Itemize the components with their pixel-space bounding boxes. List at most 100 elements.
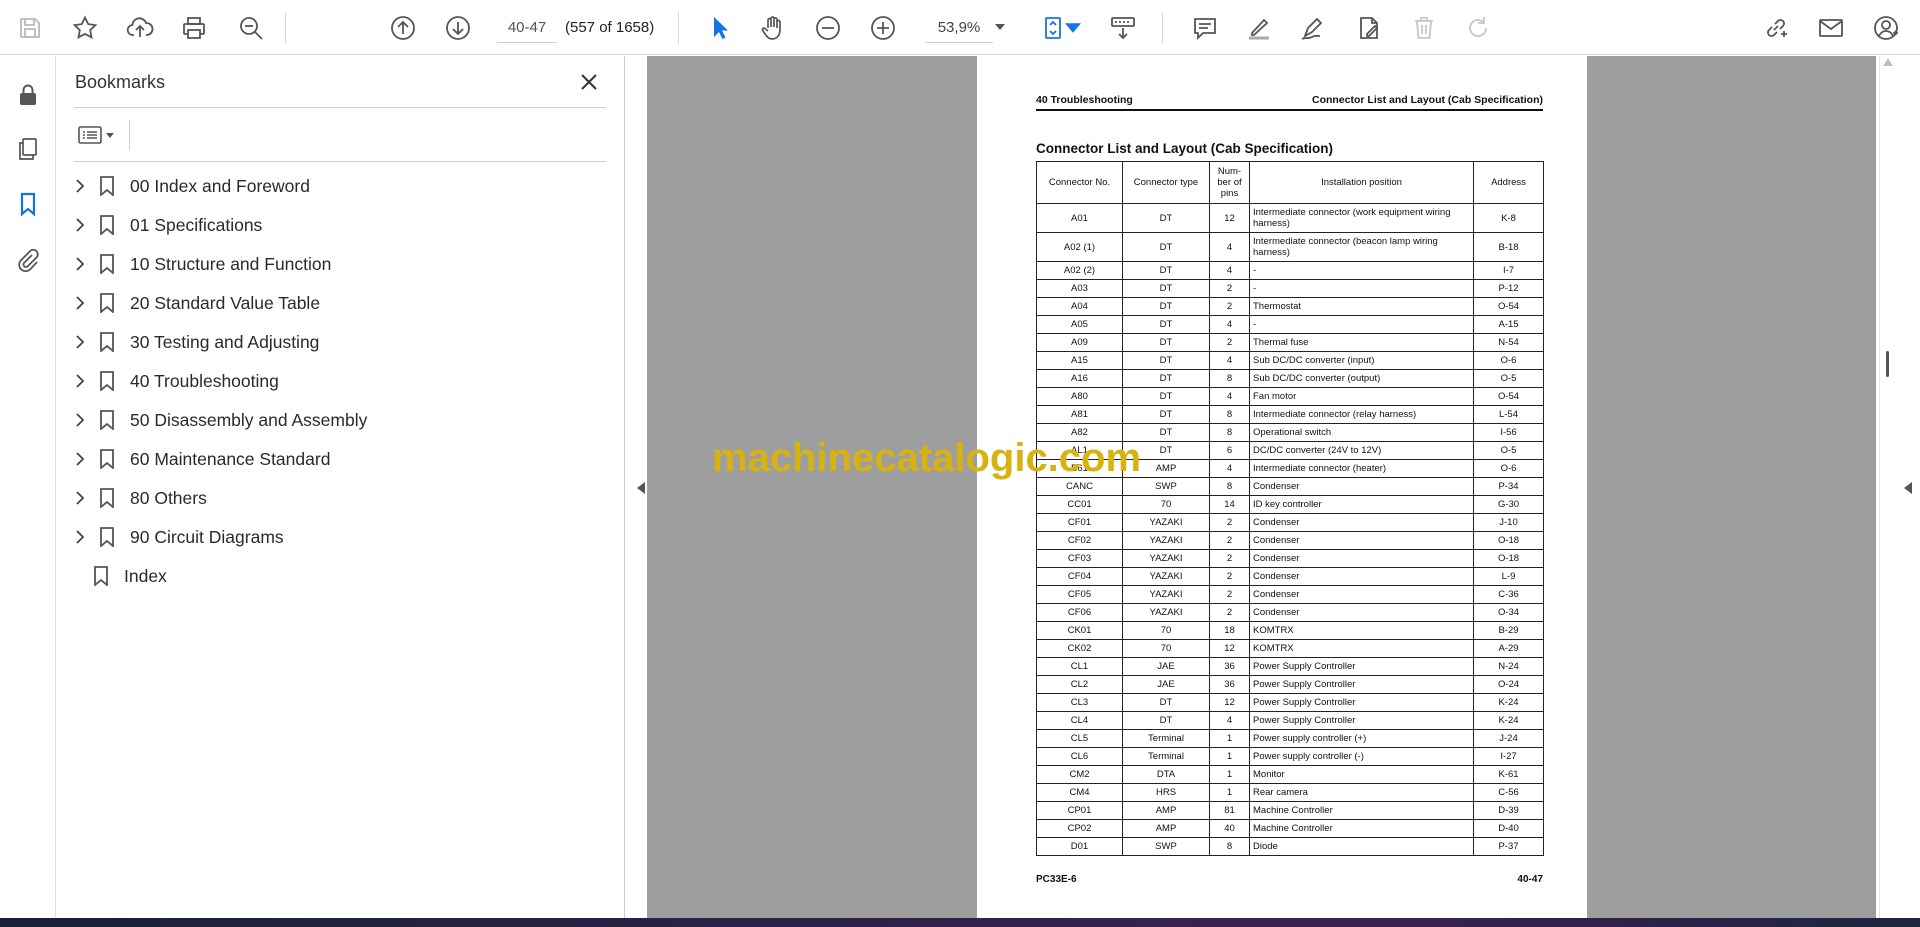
vertical-scrollbar[interactable] <box>1879 56 1896 918</box>
zoom-level-input[interactable] <box>925 13 993 43</box>
bookmark-item[interactable]: 50 Disassembly and Assembly <box>57 401 625 440</box>
chevron-right-icon[interactable] <box>69 214 91 236</box>
delete-icon[interactable] <box>1406 10 1442 46</box>
chevron-right-icon[interactable] <box>69 409 91 431</box>
table-header-row: Connector No. Connector type Num- ber of p… <box>1036 161 1544 204</box>
bookmark-item[interactable]: 20 Standard Value Table <box>57 284 625 323</box>
table-cell: 2 <box>1209 297 1250 316</box>
table-row: A05 DT 4- A-15 <box>1036 315 1544 334</box>
chevron-right-icon[interactable] <box>69 487 91 509</box>
table-cell: 4 <box>1209 387 1250 406</box>
zoom-dropdown-icon[interactable] <box>991 15 1009 39</box>
close-icon[interactable] <box>575 68 603 96</box>
bookmark-item[interactable]: 00 Index and Foreword <box>57 167 625 206</box>
table-row: CL2 JAE 36 Power Supply Controller O-24 <box>1036 675 1544 694</box>
page-number-input[interactable] <box>497 13 557 43</box>
collapse-right-panel-icon[interactable] <box>1901 476 1915 500</box>
bookmark-label: 10 Structure and Function <box>130 254 332 274</box>
lock-icon[interactable] <box>10 77 46 113</box>
redo-icon[interactable] <box>1460 10 1496 46</box>
table-cell: A80 <box>1036 387 1123 406</box>
table-cell: 12 <box>1209 203 1250 233</box>
table-cell: Power Supply Controller <box>1249 711 1474 730</box>
pages-icon[interactable] <box>10 131 46 167</box>
zoom-out-icon[interactable] <box>810 10 846 46</box>
bookmark-item[interactable]: 30 Testing and Adjusting <box>57 323 625 362</box>
chevron-right-icon[interactable] <box>69 253 91 275</box>
email-icon[interactable] <box>1813 10 1849 46</box>
bookmark-item[interactable]: 10 Structure and Function <box>57 245 625 284</box>
table-cell: 70 <box>1122 621 1210 640</box>
bookmark-list: 00 Index and Foreword 01 Specifications 10… <box>57 167 625 596</box>
chevron-right-icon[interactable] <box>69 331 91 353</box>
bookmark-icon <box>95 174 119 198</box>
bookmark-icon[interactable] <box>10 186 46 222</box>
table-cell: Machine Controller <box>1249 801 1474 820</box>
table-cell: 14 <box>1209 495 1250 514</box>
bookmark-item[interactable]: 60 Maintenance Standard <box>57 440 625 479</box>
save-icon[interactable] <box>12 10 48 46</box>
bookmark-label: 20 Standard Value Table <box>130 293 321 313</box>
table-cell: A05 <box>1036 315 1123 334</box>
fill-sign-icon[interactable] <box>1351 10 1387 46</box>
table-cell: D-39 <box>1473 801 1544 820</box>
bookmark-item[interactable]: 90 Circuit Diagrams <box>57 518 625 557</box>
bookmark-item[interactable]: 01 Specifications <box>57 206 625 245</box>
bookmark-label: 40 Troubleshooting <box>130 371 279 391</box>
collapse-left-panel-icon[interactable] <box>634 476 648 500</box>
bookmark-item[interactable]: 80 Others <box>57 479 625 518</box>
select-cursor-icon[interactable] <box>702 10 738 46</box>
upload-cloud-icon[interactable] <box>122 10 158 46</box>
table-cell: 4 <box>1209 261 1250 280</box>
highlight-icon[interactable] <box>1241 10 1277 46</box>
zoom-search-icon[interactable] <box>233 10 269 46</box>
draw-icon[interactable] <box>1295 10 1331 46</box>
table-row: CL5 Terminal 1 Power supply controller (+) J… <box>1036 729 1544 748</box>
table-cell: DT <box>1122 232 1210 262</box>
scroll-up-icon[interactable] <box>1883 58 1893 66</box>
star-icon[interactable] <box>67 10 103 46</box>
table-row: A01 DT 12 Intermediate connector (work equi… <box>1036 203 1544 233</box>
table-cell: YAZAKI <box>1122 567 1210 586</box>
chevron-right-icon[interactable] <box>69 370 91 392</box>
table-row: CK02 70 12 KOMTRX A-29 <box>1036 639 1544 658</box>
table-cell: O-5 <box>1473 369 1544 388</box>
page-down-icon[interactable] <box>440 10 476 46</box>
table-cell: Condenser <box>1249 549 1474 568</box>
scroll-mode-icon[interactable] <box>1105 10 1141 46</box>
user-icon[interactable] <box>1868 10 1904 46</box>
bookmark-label: 50 Disassembly and Assembly <box>130 410 368 430</box>
scrollbar-thumb[interactable] <box>1886 351 1889 377</box>
bookmark-item[interactable]: 40 Troubleshooting <box>57 362 625 401</box>
print-icon[interactable] <box>176 10 212 46</box>
table-cell: A09 <box>1036 333 1123 352</box>
options-menu-icon[interactable] <box>75 120 121 150</box>
bookmark-label: 30 Testing and Adjusting <box>130 332 320 352</box>
link-icon[interactable] <box>1758 10 1794 46</box>
table-row: CK01 70 18 KOMTRX B-29 <box>1036 621 1544 640</box>
fit-page-dropdown-icon[interactable] <box>1065 10 1081 46</box>
table-cell: O-6 <box>1473 459 1544 478</box>
bookmark-item[interactable]: Index <box>57 557 625 596</box>
chevron-right-icon[interactable] <box>69 175 91 197</box>
page-up-icon[interactable] <box>385 10 421 46</box>
comment-icon[interactable] <box>1187 10 1223 46</box>
chevron-right-icon[interactable] <box>69 292 91 314</box>
table-cell: A81 <box>1036 405 1123 424</box>
chevron-right-icon[interactable] <box>69 448 91 470</box>
table-cell: I-56 <box>1473 423 1544 442</box>
bookmark-icon <box>89 564 113 588</box>
table-cell: Condenser <box>1249 603 1474 622</box>
table-cell: Power supply controller (+) <box>1249 729 1474 748</box>
attachment-icon[interactable] <box>10 242 46 278</box>
bookmark-label: 00 Index and Foreword <box>130 176 310 196</box>
table-cell: B-18 <box>1473 232 1544 262</box>
chevron-right-icon[interactable] <box>69 526 91 548</box>
hand-tool-icon[interactable] <box>755 10 791 46</box>
table-cell: 8 <box>1209 477 1250 496</box>
table-cell: 2 <box>1209 531 1250 550</box>
table-cell: DT <box>1122 369 1210 388</box>
table-cell: KOMTRX <box>1249 621 1474 640</box>
table-cell: Sub DC/DC converter (output) <box>1249 369 1474 388</box>
zoom-in-icon[interactable] <box>865 10 901 46</box>
